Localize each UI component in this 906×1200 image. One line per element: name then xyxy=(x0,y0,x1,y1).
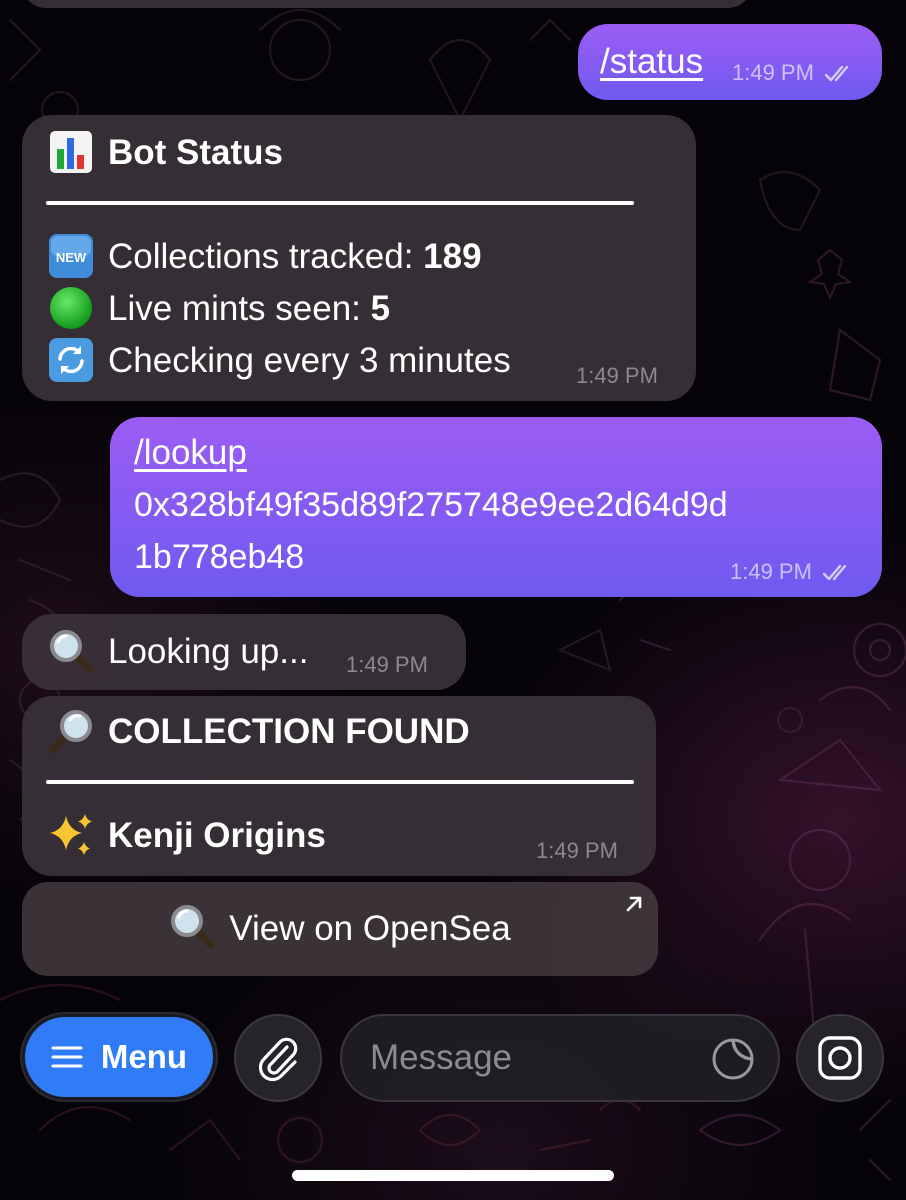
paperclip-icon xyxy=(258,1037,298,1082)
outgoing-lookup-command-bubble: /lookup 0x328bf49f35d89f275748e9ee2d64d9… xyxy=(110,417,882,597)
view-on-opensea-button[interactable]: View on OpenSea xyxy=(22,882,658,976)
mints-label: Live mints seen: xyxy=(108,289,371,328)
lookup-command-link[interactable]: /lookup xyxy=(134,433,247,472)
collections-tracked-line: NEW Collections tracked: 189 xyxy=(48,231,482,283)
camera-button[interactable] xyxy=(796,1014,884,1102)
bot-status-message-bubble: Bot Status NEW Collections tracked: 189 … xyxy=(22,115,696,401)
menu-label: Menu xyxy=(100,1038,188,1075)
collections-label: Collections tracked: xyxy=(108,237,424,276)
message-input[interactable]: Message xyxy=(340,1014,780,1102)
checking-text: Checking every 3 minutes xyxy=(108,341,511,380)
collection-found-heading: COLLECTION FOUND xyxy=(48,706,470,758)
collections-value: 189 xyxy=(423,237,482,276)
svg-text:NEW: NEW xyxy=(56,250,87,265)
checking-interval-line: Checking every 3 minutes xyxy=(48,335,511,387)
looking-up-message-bubble: Looking up... 1:49 PM xyxy=(22,614,466,690)
collection-found-title: COLLECTION FOUND xyxy=(108,712,470,751)
status-command-link[interactable]: /status xyxy=(600,36,703,88)
message-time: 1:49 PM xyxy=(346,652,428,677)
contract-address-line-1: 0x328bf49f35d89f275748e9ee2d64d9d xyxy=(134,486,728,524)
external-link-arrow-icon xyxy=(626,896,642,912)
collection-name-line: Kenji Origins xyxy=(48,810,326,862)
collection-name: Kenji Origins xyxy=(108,816,326,855)
view-on-opensea-label: View on OpenSea xyxy=(229,909,511,948)
new-badge-icon: NEW xyxy=(49,233,93,278)
mints-value: 5 xyxy=(370,289,391,328)
live-mints-line: Live mints seen: 5 xyxy=(48,283,390,335)
green-circle-icon xyxy=(50,286,92,329)
collection-found-message-bubble: COLLECTION FOUND Kenji Origins 1:49 PM xyxy=(22,696,656,876)
magnifier-left-icon xyxy=(50,629,94,674)
refresh-icon xyxy=(49,337,93,382)
sparkles-icon xyxy=(50,813,92,855)
separator-line xyxy=(46,780,634,784)
previous-message-bubble xyxy=(22,0,752,8)
chat-screen: /status 1:49 PM Bot Status NEW Collectio… xyxy=(0,0,906,1200)
bot-status-title: Bot Status xyxy=(108,133,283,172)
message-time: 1:49 PM xyxy=(576,363,658,388)
message-placeholder: Message xyxy=(370,1038,513,1077)
outgoing-status-command-bubble: /status 1:49 PM xyxy=(578,24,882,100)
bot-status-heading: Bot Status xyxy=(48,127,283,179)
menu-button[interactable]: Menu xyxy=(22,1014,216,1100)
instagram-camera-icon xyxy=(818,1036,862,1080)
home-indicator[interactable] xyxy=(292,1170,614,1181)
double-check-icon xyxy=(824,65,849,82)
hamburger-menu-icon xyxy=(51,1046,83,1068)
contract-address-line-2: 1b778eb48 xyxy=(134,538,305,576)
separator-line xyxy=(46,201,634,205)
bar-chart-icon xyxy=(50,130,92,173)
message-time: 1:49 PM xyxy=(732,60,854,86)
magnifier-right-icon xyxy=(48,709,92,754)
attach-button[interactable] xyxy=(234,1014,322,1102)
double-check-icon xyxy=(822,564,847,581)
message-time: 1:49 PM xyxy=(536,838,618,863)
sticker-icon[interactable] xyxy=(710,1036,756,1082)
message-time: 1:49 PM xyxy=(730,559,852,585)
looking-up-text: Looking up... xyxy=(108,632,309,671)
magnifier-left-icon xyxy=(171,905,215,949)
